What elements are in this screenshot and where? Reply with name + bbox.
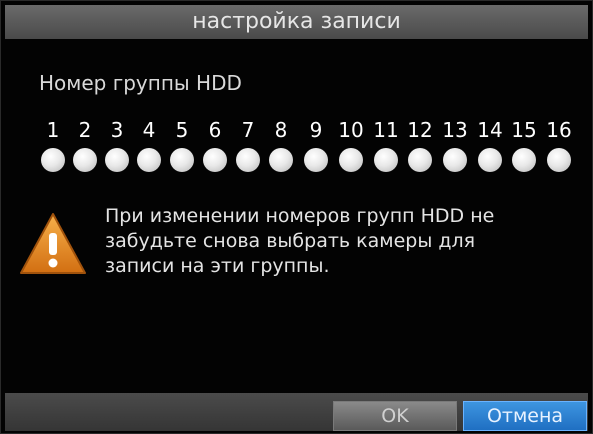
hdd-group-radio-6[interactable]	[203, 148, 227, 172]
hdd-group-radio-4[interactable]	[137, 148, 161, 172]
hdd-group-number: 6	[208, 118, 222, 142]
warning-message-line: При изменении номеров групп HDD не	[105, 205, 495, 227]
hdd-group-number: 16	[546, 118, 572, 142]
hdd-group-radio-10[interactable]	[339, 148, 363, 172]
hdd-group-number: 9	[309, 118, 323, 142]
hdd-group-number: 15	[511, 118, 537, 142]
ok-button[interactable]: OK	[333, 401, 457, 431]
hdd-group-radio-8[interactable]	[269, 148, 293, 172]
hdd-group-radio-15[interactable]	[512, 148, 536, 172]
hdd-group-number: 12	[407, 118, 433, 142]
hdd-group-number: 1	[46, 118, 60, 142]
hdd-group-number: 2	[78, 118, 92, 142]
hdd-group-radio-1[interactable]	[41, 148, 65, 172]
hdd-group-label: Номер группы HDD	[39, 71, 242, 95]
warning-message-line: записи на эти группы.	[105, 255, 330, 277]
warning-message: При изменении номеров групп HDD не забуд…	[105, 204, 585, 279]
warning-icon	[20, 213, 86, 274]
hdd-group-number: 10	[338, 118, 364, 142]
cancel-button[interactable]: Отмена	[463, 401, 587, 431]
hdd-group-radio-11[interactable]	[374, 148, 398, 172]
hdd-group-number: 14	[477, 118, 503, 142]
hdd-group-number: 8	[274, 118, 288, 142]
hdd-group-radio-9[interactable]	[304, 148, 328, 172]
hdd-group-radio-5[interactable]	[170, 148, 194, 172]
hdd-group-number: 4	[142, 118, 156, 142]
hdd-group-radio-3[interactable]	[105, 148, 129, 172]
hdd-group-radio-2[interactable]	[73, 148, 97, 172]
hdd-group-radio-14[interactable]	[478, 148, 502, 172]
dialog-title: настройка записи	[5, 5, 588, 39]
hdd-group-radio-16[interactable]	[547, 148, 571, 172]
hdd-group-number: 11	[373, 118, 399, 142]
hdd-group-radio-7[interactable]	[236, 148, 260, 172]
warning-message-line: забудьте снова выбрать камеры для	[105, 230, 476, 252]
hdd-group-number: 5	[175, 118, 189, 142]
hdd-group-number: 7	[241, 118, 255, 142]
hdd-group-number: 3	[110, 118, 124, 142]
hdd-group-radio-13[interactable]	[443, 148, 467, 172]
hdd-group-number: 13	[442, 118, 468, 142]
hdd-group-radio-12[interactable]	[408, 148, 432, 172]
record-settings-dialog: настройка записи Номер группы HDD 1 2 3 …	[0, 0, 593, 434]
